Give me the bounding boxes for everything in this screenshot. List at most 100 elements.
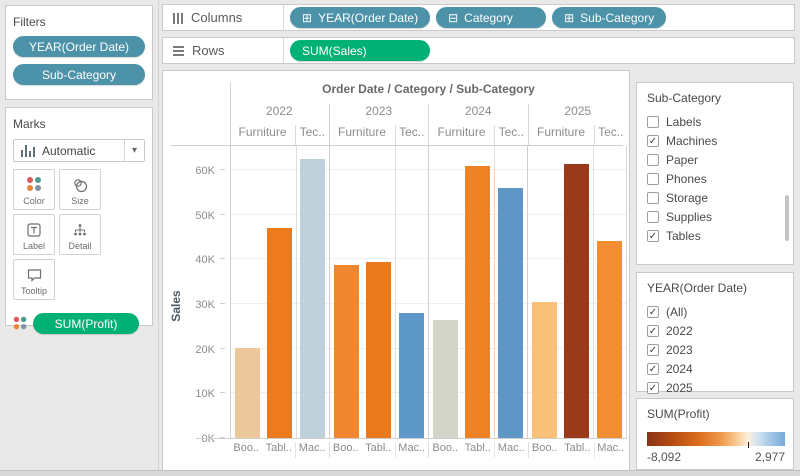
plot-area bbox=[230, 146, 627, 438]
tooltip-bubble-icon bbox=[26, 267, 43, 283]
year-row-2025[interactable]: ✓2025 bbox=[647, 378, 793, 397]
unchecked-checkbox[interactable] bbox=[647, 211, 659, 223]
subcategory-filter-title: Sub-Category bbox=[647, 91, 793, 105]
subcategory-row-Supplies[interactable]: Supplies bbox=[647, 207, 793, 226]
category-header: Tec.. bbox=[395, 125, 429, 145]
profit-encoding-pill[interactable]: SUM(Profit) bbox=[33, 313, 139, 334]
subcategory-label: Paper bbox=[666, 153, 698, 167]
bar-2022-Tabl..[interactable] bbox=[267, 228, 292, 438]
x-axis-label: Tabl.. bbox=[561, 442, 595, 458]
y-tick-label-0K: 0K bbox=[202, 433, 215, 445]
filter-pill-0[interactable]: YEAR(Order Date) bbox=[13, 36, 145, 57]
bar-2023-Tabl..[interactable] bbox=[366, 262, 391, 438]
marks-button-grid: ColorSizeLabelDetailTooltip bbox=[13, 169, 145, 300]
unchecked-checkbox[interactable] bbox=[647, 192, 659, 204]
rows-shelf[interactable]: Rows SUM(Sales) bbox=[162, 37, 795, 64]
bar-2023-Mac..[interactable] bbox=[399, 313, 424, 438]
bar-2024-Tabl..[interactable] bbox=[465, 166, 490, 438]
chevron-down-icon[interactable]: ▾ bbox=[124, 140, 144, 161]
category-header-group: FurnitureTec.. bbox=[428, 125, 528, 145]
y-tick-mark bbox=[220, 348, 225, 349]
bar-2024-Mac..[interactable] bbox=[498, 188, 523, 438]
minus-box-icon: ⊟ bbox=[448, 12, 458, 24]
x-axis-labels: Boo..Tabl..Mac..Boo..Tabl..Mac..Boo..Tab… bbox=[230, 442, 627, 458]
year-row-2022[interactable]: ✓2022 bbox=[647, 321, 793, 340]
checked-checkbox[interactable]: ✓ bbox=[647, 135, 659, 147]
y-tick-label-60K: 60K bbox=[195, 165, 215, 177]
subcategory-label: Storage bbox=[666, 191, 708, 205]
y-axis-ticks: 0K10K20K30K40K50K60K bbox=[163, 146, 225, 438]
label-button[interactable]: Label bbox=[13, 214, 55, 255]
checked-checkbox[interactable]: ✓ bbox=[647, 363, 659, 375]
bar-2022-Mac..[interactable] bbox=[300, 159, 325, 438]
marks-title: Marks bbox=[13, 117, 145, 131]
subcategory-row-Storage[interactable]: Storage bbox=[647, 188, 793, 207]
filters-title: Filters bbox=[13, 15, 145, 29]
profit-color-gradient[interactable] bbox=[647, 432, 785, 446]
x-axis-label: Mac.. bbox=[495, 442, 529, 458]
bar-2025-Boo..[interactable] bbox=[532, 302, 557, 438]
filters-pill-list: YEAR(Order Date) Sub-Category bbox=[13, 36, 145, 85]
subcategory-row-Phones[interactable]: Phones bbox=[647, 169, 793, 188]
plus-box-icon: ⊞ bbox=[564, 12, 574, 24]
color-button[interactable]: Color bbox=[13, 169, 55, 210]
size-button[interactable]: Size bbox=[59, 169, 101, 210]
year-header-2022: 2022 bbox=[230, 104, 329, 125]
checked-checkbox[interactable]: ✓ bbox=[647, 230, 659, 242]
bar-2022-Boo..[interactable] bbox=[235, 348, 260, 438]
year-row-(All)[interactable]: ✓(All) bbox=[647, 302, 793, 321]
tooltip-button[interactable]: Tooltip bbox=[13, 259, 55, 300]
subcategory-row-Machines[interactable]: ✓Machines bbox=[647, 131, 793, 150]
scrollbar[interactable] bbox=[785, 195, 789, 241]
category-header-group: FurnitureTec.. bbox=[528, 125, 628, 145]
detail-button[interactable]: Detail bbox=[59, 214, 101, 255]
plot-column bbox=[297, 146, 330, 438]
category-header-group: FurnitureTec.. bbox=[230, 125, 329, 145]
checked-checkbox[interactable]: ✓ bbox=[647, 382, 659, 394]
columns-shelf[interactable]: Columns ⊞YEAR(Order Date) ⊟Category ⊞Sub-C… bbox=[162, 4, 795, 31]
unchecked-checkbox[interactable] bbox=[647, 154, 659, 166]
mark-type-dropdown[interactable]: Automatic ▾ bbox=[13, 139, 145, 162]
checked-checkbox[interactable]: ✓ bbox=[647, 344, 659, 356]
bar-2025-Mac..[interactable] bbox=[597, 241, 622, 438]
bar-2023-Boo..[interactable] bbox=[334, 265, 359, 438]
subcategory-label: Labels bbox=[666, 115, 701, 129]
y-tick-mark bbox=[220, 258, 225, 259]
plot-column bbox=[429, 146, 461, 438]
columns-pill-2[interactable]: ⊞Sub-Category bbox=[552, 7, 666, 28]
rows-pill-list: SUM(Sales) bbox=[284, 40, 430, 61]
subcategory-row-Tables[interactable]: ✓Tables bbox=[647, 226, 793, 245]
x-axis-label: Tabl.. bbox=[263, 442, 297, 458]
unchecked-checkbox[interactable] bbox=[647, 116, 659, 128]
columns-pill-1[interactable]: ⊟Category bbox=[436, 7, 546, 28]
bar-chart-icon bbox=[21, 144, 35, 157]
plot-column bbox=[528, 146, 560, 438]
category-header-row: FurnitureTec..FurnitureTec..FurnitureTec… bbox=[230, 125, 627, 145]
unchecked-checkbox[interactable] bbox=[647, 173, 659, 185]
year-row-2024[interactable]: ✓2024 bbox=[647, 359, 793, 378]
legend-min-value: -8,092 bbox=[647, 450, 681, 464]
bar-2024-Boo..[interactable] bbox=[433, 320, 458, 438]
subcategory-row-Labels[interactable]: Labels bbox=[647, 112, 793, 131]
columns-icon bbox=[173, 12, 183, 24]
rows-icon bbox=[173, 46, 184, 56]
subcategory-row-Paper[interactable]: Paper bbox=[647, 150, 793, 169]
subcategory-label: Phones bbox=[666, 172, 707, 186]
checked-checkbox[interactable]: ✓ bbox=[647, 325, 659, 337]
y-tick-label-50K: 50K bbox=[195, 210, 215, 222]
filter-pill-1[interactable]: Sub-Category bbox=[13, 64, 145, 85]
bar-2025-Tabl..[interactable] bbox=[564, 164, 589, 438]
checked-checkbox[interactable]: ✓ bbox=[647, 306, 659, 318]
year-row-2023[interactable]: ✓2023 bbox=[647, 340, 793, 359]
columns-pill-list: ⊞YEAR(Order Date) ⊟Category ⊞Sub-Category bbox=[284, 7, 666, 28]
year-header-2023: 2023 bbox=[329, 104, 429, 125]
category-header: Furniture bbox=[429, 125, 494, 145]
columns-shelf-label: Columns bbox=[191, 10, 242, 25]
year-header-2024: 2024 bbox=[428, 104, 528, 125]
y-tick-mark bbox=[220, 303, 225, 304]
columns-pill-0[interactable]: ⊞YEAR(Order Date) bbox=[290, 7, 430, 28]
rows-pill-0[interactable]: SUM(Sales) bbox=[290, 40, 430, 61]
y-tick-mark bbox=[220, 214, 225, 215]
panel-divider bbox=[158, 0, 159, 470]
year-header-row: 2022202320242025 bbox=[230, 104, 627, 125]
